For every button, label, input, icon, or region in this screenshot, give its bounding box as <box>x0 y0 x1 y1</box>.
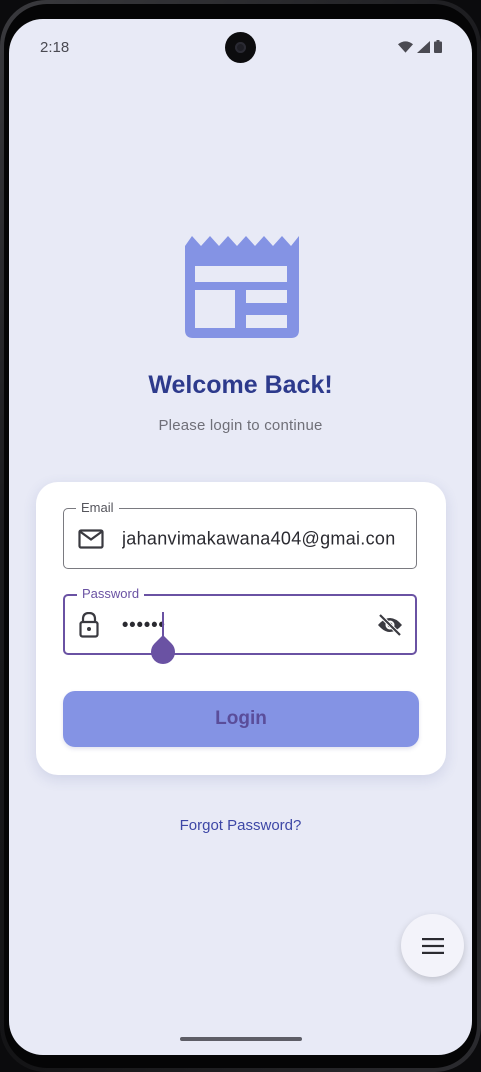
forgot-password-link[interactable]: Forgot Password? <box>9 817 472 834</box>
app-screen: 2:18 Welcome Back! Please login to conti… <box>9 19 472 1055</box>
newspaper-icon <box>185 236 299 338</box>
signal-icon <box>417 40 430 53</box>
email-label: Email <box>76 500 119 516</box>
status-icons <box>398 40 442 53</box>
eye-off-icon[interactable] <box>377 613 403 636</box>
phone-frame: 2:18 Welcome Back! Please login to conti… <box>0 0 481 1072</box>
home-indicator[interactable] <box>180 1037 302 1041</box>
password-label: Password <box>77 586 145 602</box>
email-value: jahanvimakawana404@gmai.con <box>122 528 396 548</box>
page-subtitle: Please login to continue <box>158 417 323 434</box>
mail-icon <box>78 528 104 549</box>
password-value: •••••• <box>122 614 166 634</box>
wifi-icon <box>398 40 413 53</box>
menu-fab[interactable] <box>401 914 464 977</box>
menu-icon <box>421 937 444 954</box>
login-card: Email jahanvimakawana404@gmai.con Passwo… <box>36 482 446 775</box>
lock-icon <box>79 611 99 638</box>
front-camera <box>225 32 256 63</box>
status-time: 2:18 <box>40 39 70 56</box>
password-field[interactable]: Password •••••• <box>63 586 417 669</box>
email-field[interactable]: Email jahanvimakawana404@gmai.con <box>63 500 417 569</box>
login-button[interactable]: Login <box>63 691 419 747</box>
page-title: Welcome Back! <box>148 371 333 399</box>
caret-handle[interactable] <box>146 635 180 669</box>
battery-icon <box>434 40 442 53</box>
